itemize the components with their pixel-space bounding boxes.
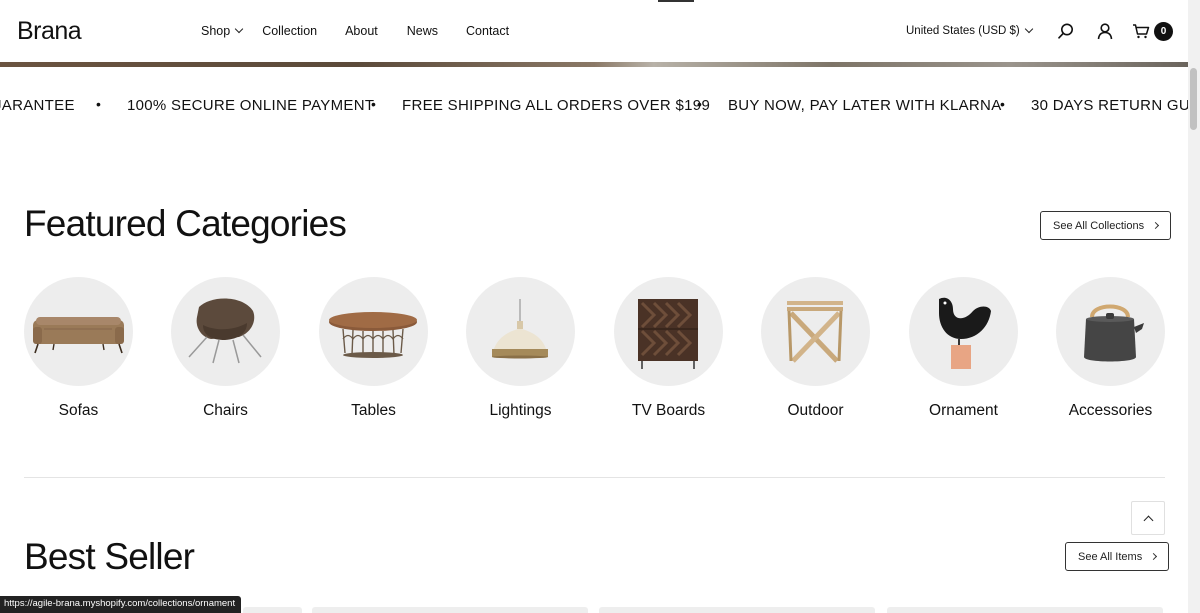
- category-accessories[interactable]: Accessories: [1056, 277, 1165, 419]
- category-ornament[interactable]: Ornament: [909, 277, 1018, 419]
- category-sofas[interactable]: Sofas: [24, 277, 133, 419]
- best-seller-title: Best Seller: [24, 536, 195, 577]
- product-card[interactable]: [243, 607, 302, 613]
- category-image[interactable]: [466, 277, 575, 386]
- marquee-item: BUY NOW, PAY LATER WITH KLARNA: [728, 97, 1002, 114]
- marquee-separator: •: [1000, 97, 1006, 112]
- section-divider: [24, 477, 1165, 478]
- search-icon[interactable]: [1057, 22, 1075, 40]
- cart-icon[interactable]: [1132, 22, 1150, 40]
- cabinet-image: [638, 299, 698, 369]
- scrollbar-thumb[interactable]: [1190, 68, 1197, 130]
- hero-image-edge: [0, 62, 1188, 67]
- category-image[interactable]: [761, 277, 870, 386]
- top-indicator: [658, 0, 694, 2]
- kettle-image: [1084, 304, 1144, 362]
- category-label[interactable]: TV Boards: [594, 402, 743, 420]
- featured-categories-title: Featured Categories: [24, 203, 347, 244]
- category-label[interactable]: Lightings: [446, 402, 595, 420]
- category-tables[interactable]: Tables: [319, 277, 428, 419]
- table-image: [329, 312, 417, 358]
- chevron-down-icon: [1024, 24, 1034, 34]
- chair-image: [188, 298, 262, 364]
- product-card[interactable]: [312, 607, 588, 613]
- pendant-lamp-image: [492, 299, 548, 359]
- marquee-item: FREE SHIPPING ALL ORDERS OVER $199: [402, 97, 711, 114]
- back-to-top-button[interactable]: [1131, 501, 1165, 535]
- category-image[interactable]: [171, 277, 280, 386]
- currency-label: United States (USD $): [906, 25, 1020, 37]
- nav-about[interactable]: About: [345, 24, 378, 38]
- marquee-separator: •: [371, 97, 377, 112]
- browser-status-url: https://agile-brana.myshopify.com/collec…: [0, 596, 242, 613]
- nav-shop-label: Shop: [201, 24, 231, 38]
- nav-collection[interactable]: Collection: [262, 24, 317, 38]
- announcement-marquee: JARANTEE • 100% SECURE ONLINE PAYMENT • …: [0, 97, 1188, 117]
- chevron-down-icon: [234, 24, 244, 34]
- category-label[interactable]: Sofas: [4, 402, 153, 420]
- category-image[interactable]: [909, 277, 1018, 386]
- chevron-right-icon: [1150, 552, 1158, 561]
- marquee-item: JARANTEE: [0, 97, 75, 114]
- marquee-separator: •: [697, 97, 703, 112]
- category-label[interactable]: Tables: [299, 402, 448, 420]
- folding-stool-image: [787, 301, 843, 363]
- category-lightings[interactable]: Lightings: [466, 277, 575, 419]
- nav-shop[interactable]: Shop: [201, 24, 244, 38]
- nav-contact[interactable]: Contact: [466, 24, 509, 38]
- see-all-collections-label: See All Collections: [1053, 219, 1145, 232]
- logo[interactable]: Brana: [17, 17, 82, 46]
- see-all-items-label: See All Items: [1078, 550, 1143, 563]
- marquee-item: 30 DAYS RETURN GUAR: [1031, 97, 1188, 114]
- category-image[interactable]: [1056, 277, 1165, 386]
- sofa-image: [33, 317, 124, 354]
- category-label[interactable]: Accessories: [1036, 402, 1185, 420]
- product-card[interactable]: [887, 607, 1163, 613]
- marquee-separator: •: [96, 97, 102, 112]
- product-card[interactable]: [599, 607, 875, 613]
- see-all-items-button[interactable]: See All Items: [1065, 542, 1170, 571]
- category-label[interactable]: Chairs: [151, 402, 300, 420]
- category-outdoor[interactable]: Outdoor: [761, 277, 870, 419]
- cart-count-badge[interactable]: 0: [1154, 22, 1173, 41]
- marquee-item: 100% SECURE ONLINE PAYMENT: [127, 97, 375, 114]
- account-icon[interactable]: [1096, 22, 1114, 40]
- currency-selector[interactable]: United States (USD $): [906, 24, 1034, 37]
- category-tv-boards[interactable]: TV Boards: [614, 277, 723, 419]
- category-image[interactable]: [614, 277, 723, 386]
- page-scrollbar[interactable]: [1188, 0, 1200, 613]
- category-chairs[interactable]: Chairs: [171, 277, 280, 419]
- main-nav: Shop Collection About News Contact: [201, 24, 509, 38]
- category-image[interactable]: [319, 277, 428, 386]
- category-label[interactable]: Ornament: [889, 402, 1038, 420]
- see-all-collections-button[interactable]: See All Collections: [1040, 211, 1172, 240]
- bird-sculpture-image: [939, 297, 991, 369]
- chevron-up-icon: [1143, 515, 1154, 526]
- category-label[interactable]: Outdoor: [741, 402, 890, 420]
- nav-news[interactable]: News: [407, 24, 438, 38]
- site-header: Brana Shop Collection About News Contact…: [0, 0, 1188, 62]
- category-image[interactable]: [24, 277, 133, 386]
- chevron-right-icon: [1152, 221, 1160, 230]
